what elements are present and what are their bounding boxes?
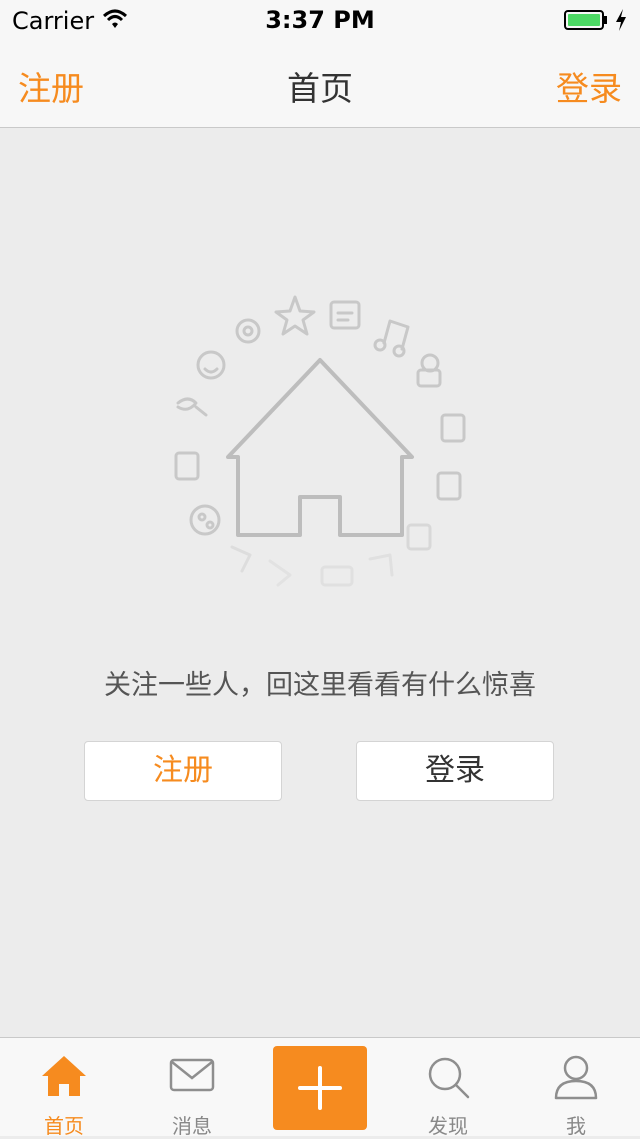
tab-label: 发现 [428, 1114, 468, 1138]
tab-discover[interactable]: 发现 [384, 1038, 512, 1138]
battery-icon [564, 10, 607, 30]
tab-label: 我 [566, 1114, 586, 1138]
nav-bar: 注册 首页 登录 [0, 40, 640, 128]
tab-bar: 首页 消息 发现 我 [0, 1037, 640, 1138]
charging-icon [616, 9, 626, 31]
login-nav-button[interactable]: 登录 [556, 62, 622, 110]
mail-icon [169, 1058, 215, 1092]
tab-home[interactable]: 首页 [0, 1038, 128, 1138]
tab-label: 消息 [172, 1114, 212, 1138]
plus-icon [298, 1066, 342, 1110]
tab-messages[interactable]: 消息 [128, 1038, 256, 1138]
status-bar: Carrier 3:37 PM [0, 0, 640, 40]
house-with-icons-illustration [174, 295, 466, 587]
home-icon [42, 1056, 86, 1096]
tab-me[interactable]: 我 [512, 1038, 640, 1138]
register-button[interactable]: 注册 [84, 741, 282, 801]
user-icon [554, 1055, 598, 1100]
empty-state-message: 关注一些人，回这里看看有什么惊喜 [104, 670, 536, 701]
page-title: 首页 [287, 69, 353, 108]
clock: 3:37 PM [265, 6, 375, 34]
login-button[interactable]: 登录 [356, 741, 554, 801]
tab-label: 首页 [44, 1114, 84, 1138]
search-icon [428, 1057, 470, 1099]
compose-button[interactable] [273, 1046, 367, 1130]
